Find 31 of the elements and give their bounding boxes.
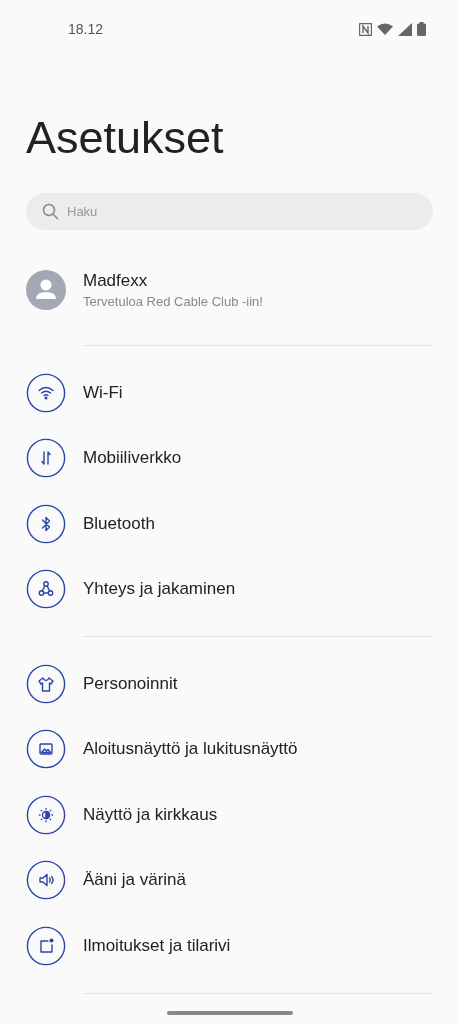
settings-item[interactable]: Yhteys ja jakaminen [0,556,459,622]
image-icon [26,729,66,770]
shirt-icon [26,663,66,704]
settings-item[interactable]: Näyttö ja kirkkaus [0,782,459,848]
nfc-icon [359,22,372,36]
settings-item[interactable]: Bluetooth [0,491,459,557]
notification-icon [26,925,66,966]
profile-subtitle: Tervetuloa Red Cable Club -iin! [83,294,263,309]
arrows-icon [26,438,66,479]
status-time: 18.12 [68,21,104,37]
speaker-icon [26,860,66,901]
home-indicator[interactable] [166,1011,293,1015]
battery-icon [417,22,426,36]
settings-item[interactable]: Ääni ja värinä [0,847,459,913]
page-title: Asetukset [26,111,225,165]
cell-signal-icon [398,22,412,36]
bluetooth-icon [26,503,66,544]
search-field[interactable]: Haku [26,193,433,230]
settings-item[interactable]: Mobiiliverkko [0,425,459,491]
settings-item[interactable]: Ilmoitukset ja tilarivi [0,913,459,979]
settings-item[interactable]: Wi-Fi [0,360,459,426]
settings-item[interactable]: Aloitusnäyttö ja lukitusnäyttö [0,716,459,782]
wifi-icon [26,372,66,413]
brightness-icon [26,794,66,835]
search-icon [42,203,59,220]
wifi-signal-icon [377,23,393,35]
share-icon [26,569,66,610]
settings-item[interactable]: Personoinnit [0,651,459,717]
profile-row[interactable]: Madfexx Tervetuloa Red Cable Club -iin! [0,268,459,312]
profile-name: Madfexx [83,271,149,291]
avatar-icon [26,270,66,310]
